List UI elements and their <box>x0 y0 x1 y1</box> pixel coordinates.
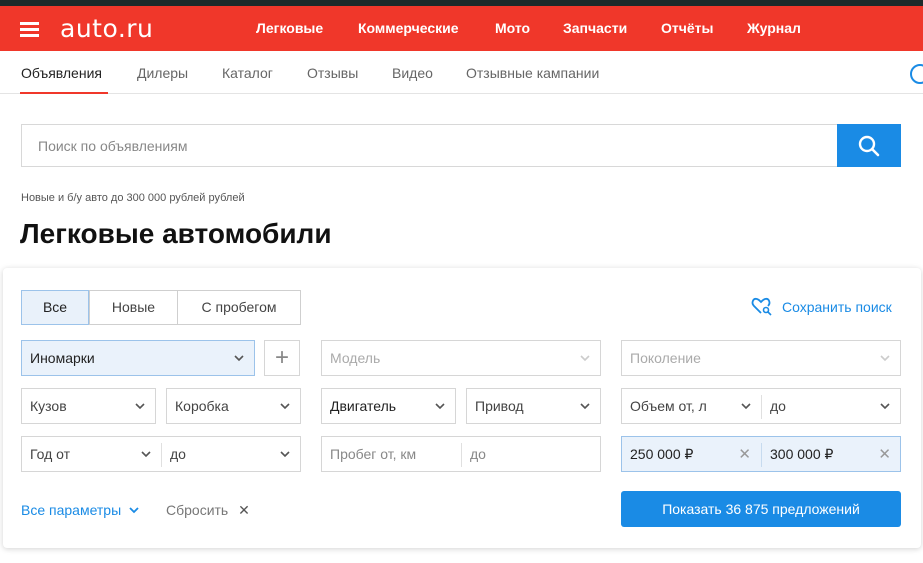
volume-from-label[interactable]: Объем от, л <box>630 398 707 414</box>
engine-select[interactable]: Двигатель <box>321 388 456 424</box>
nav-item-reports[interactable]: Отчёты <box>661 20 713 36</box>
brand-select-value: Иномарки <box>30 350 95 366</box>
segment-used[interactable]: С пробегом <box>177 290 301 325</box>
year-range: Год от до <box>21 436 301 472</box>
chevron-down-icon <box>880 403 890 410</box>
mileage-to-input[interactable]: до <box>470 446 486 462</box>
clear-price-from-icon[interactable]: ✕ <box>738 445 751 463</box>
user-icon[interactable] <box>910 64 923 84</box>
segment-all[interactable]: Все <box>21 290 89 325</box>
menu-icon[interactable] <box>20 22 39 37</box>
section-nav: Объявления Дилеры Каталог Отзывы Видео О… <box>0 51 923 94</box>
site-logo[interactable]: auto.ru <box>60 14 153 43</box>
field-divider <box>461 443 462 467</box>
mileage-from-input[interactable]: Пробег от, км <box>330 446 416 462</box>
nav-item-moto[interactable]: Мото <box>495 20 530 36</box>
chevron-down-icon <box>435 403 445 410</box>
search-input[interactable] <box>22 125 837 166</box>
brand-select[interactable]: Иномарки <box>21 340 255 376</box>
chevron-down-icon <box>580 403 590 410</box>
all-params-label: Все параметры <box>21 502 122 518</box>
chevron-down-icon <box>129 507 139 514</box>
year-from-label[interactable]: Год от <box>30 446 70 462</box>
search-icon <box>858 135 880 157</box>
close-icon: ✕ <box>238 502 250 518</box>
nav-item-journal[interactable]: Журнал <box>747 20 801 36</box>
tab-dealers[interactable]: Дилеры <box>137 65 188 81</box>
show-offers-button[interactable]: Показать 36 875 предложений <box>621 491 901 527</box>
price-range: 250 000 ₽ ✕ 300 000 ₽ ✕ <box>621 436 901 472</box>
nav-item-cars[interactable]: Легковые <box>256 20 323 36</box>
price-to-input[interactable]: 300 000 ₽ <box>770 446 833 463</box>
chevron-down-icon <box>880 355 890 362</box>
tab-listings[interactable]: Объявления <box>21 65 102 81</box>
volume-range: Объем от, л до <box>621 388 901 424</box>
segment-new[interactable]: Новые <box>89 290 178 325</box>
chevron-down-icon <box>580 355 590 362</box>
tab-video[interactable]: Видео <box>392 65 433 81</box>
drive-select[interactable]: Привод <box>466 388 601 424</box>
generation-select[interactable]: Поколение <box>621 340 901 376</box>
nav-item-parts[interactable]: Запчасти <box>563 20 627 36</box>
search-bar <box>21 124 901 167</box>
clear-price-to-icon[interactable]: ✕ <box>878 445 891 463</box>
gearbox-select[interactable]: Коробка <box>166 388 301 424</box>
chevron-down-icon <box>135 403 145 410</box>
tab-reviews[interactable]: Отзывы <box>307 65 358 81</box>
field-divider <box>761 395 762 419</box>
save-search-label: Сохранить поиск <box>782 299 892 315</box>
price-from-input[interactable]: 250 000 ₽ <box>630 446 693 463</box>
search-button[interactable] <box>837 124 901 167</box>
year-to-label[interactable]: до <box>170 446 186 462</box>
engine-select-label: Двигатель <box>330 398 397 414</box>
breadcrumb: Новые и б/у авто до 300 000 рублей рубле… <box>21 192 245 204</box>
page-title: Легковые автомобили <box>20 218 332 249</box>
model-select[interactable]: Модель <box>321 340 601 376</box>
chevron-down-icon <box>280 451 290 458</box>
site-header: auto.ru Легковые Коммерческие Мото Запча… <box>0 6 923 51</box>
drive-select-label: Привод <box>475 398 524 414</box>
generation-select-placeholder: Поколение <box>630 350 701 366</box>
chevron-down-icon <box>141 451 151 458</box>
volume-to-label[interactable]: до <box>770 398 786 414</box>
tab-recalls[interactable]: Отзывные кампании <box>466 65 599 81</box>
chevron-down-icon <box>234 355 244 362</box>
save-search-link[interactable]: Сохранить поиск <box>751 296 892 316</box>
body-select[interactable]: Кузов <box>21 388 156 424</box>
filter-panel: Все Новые С пробегом Сохранить поиск Ино… <box>3 268 921 548</box>
reset-button[interactable]: Сбросить ✕ <box>166 502 250 519</box>
gearbox-select-label: Коробка <box>175 398 229 414</box>
model-select-placeholder: Модель <box>330 350 381 366</box>
field-divider <box>761 443 762 467</box>
chevron-down-icon <box>741 403 751 410</box>
add-brand-button[interactable]: + <box>264 340 300 376</box>
mileage-range: Пробег от, км до <box>321 436 601 472</box>
field-divider <box>161 443 162 467</box>
tab-catalog[interactable]: Каталог <box>222 65 273 81</box>
chevron-down-icon <box>280 403 290 410</box>
body-select-label: Кузов <box>30 398 67 414</box>
heart-search-icon <box>751 297 772 316</box>
reset-label: Сбросить <box>166 502 229 518</box>
all-params-link[interactable]: Все параметры <box>21 502 139 518</box>
nav-item-commercial[interactable]: Коммерческие <box>358 20 459 36</box>
active-tab-underline <box>20 92 108 94</box>
